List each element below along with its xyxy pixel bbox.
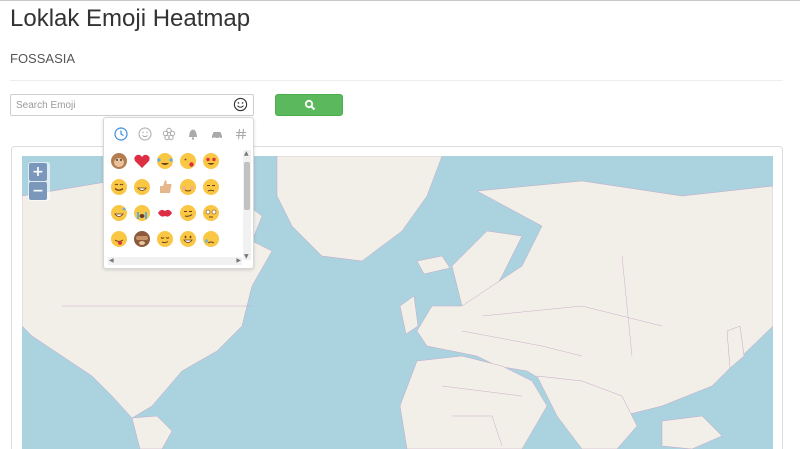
search-icon — [304, 99, 316, 111]
search-button[interactable] — [275, 94, 343, 116]
scroll-thumb[interactable] — [244, 162, 250, 210]
emoji-picker-vertical-scrollbar[interactable]: ▲ ▼ — [243, 150, 251, 260]
scroll-up-arrow-icon[interactable]: ▲ — [244, 150, 249, 157]
relieved-face-emoji[interactable] — [179, 178, 197, 196]
symbols-hash-icon[interactable] — [231, 124, 251, 144]
kiss-mark-emoji[interactable] — [156, 204, 174, 222]
search-box — [10, 94, 254, 116]
travel-car-icon[interactable] — [207, 124, 227, 144]
scroll-down-arrow-icon[interactable]: ▼ — [244, 253, 249, 260]
grinning-face-emoji[interactable] — [179, 230, 197, 248]
scroll-left-arrow-icon[interactable]: ◀ — [109, 257, 114, 264]
header-divider — [10, 80, 783, 81]
zoom-in-button[interactable]: + — [29, 163, 47, 181]
grinning-sweat-emoji[interactable] — [110, 204, 128, 222]
loudly-crying-emoji[interactable] — [133, 204, 151, 222]
monkey-face-emoji[interactable] — [110, 152, 128, 170]
relieved-smirk-emoji[interactable] — [156, 230, 174, 248]
beaming-face-emoji[interactable] — [133, 178, 151, 196]
face-blowing-kiss-emoji[interactable] — [179, 152, 197, 170]
smiley-icon[interactable] — [233, 97, 248, 112]
smirking-face-emoji[interactable] — [179, 204, 197, 222]
smiling-face-emoji[interactable] — [110, 178, 128, 196]
zoom-control: + − — [28, 162, 50, 201]
winking-tongue-emoji[interactable] — [110, 230, 128, 248]
zoom-out-button[interactable]: − — [29, 182, 47, 200]
thumbs-up-emoji[interactable] — [156, 178, 174, 196]
objects-bell-icon[interactable] — [183, 124, 203, 144]
emoji-picker: ▲ ▼ ◀ ▶ — [103, 117, 254, 269]
see-no-evil-monkey-emoji[interactable] — [133, 230, 151, 248]
search-input[interactable] — [16, 97, 226, 113]
flushed-face-emoji[interactable] — [202, 204, 220, 222]
unamused-face-emoji[interactable] — [202, 178, 220, 196]
emoji-picker-tabs — [104, 124, 253, 144]
page-subtitle: FOSSASIA — [10, 51, 76, 66]
red-heart-emoji[interactable] — [133, 152, 151, 170]
recent-clock-icon[interactable] — [111, 124, 131, 144]
smileys-icon[interactable] — [135, 124, 155, 144]
scroll-right-arrow-icon[interactable]: ▶ — [236, 257, 241, 264]
heart-eyes-emoji[interactable] — [202, 152, 220, 170]
nature-flower-icon[interactable] — [159, 124, 179, 144]
page-title: Loklak Emoji Heatmap — [10, 5, 251, 32]
crying-face-emoji[interactable] — [202, 230, 220, 248]
emoji-picker-horizontal-scrollbar[interactable]: ◀ ▶ — [108, 257, 242, 265]
tears-of-joy-emoji[interactable] — [156, 152, 174, 170]
top-border — [0, 0, 800, 1]
